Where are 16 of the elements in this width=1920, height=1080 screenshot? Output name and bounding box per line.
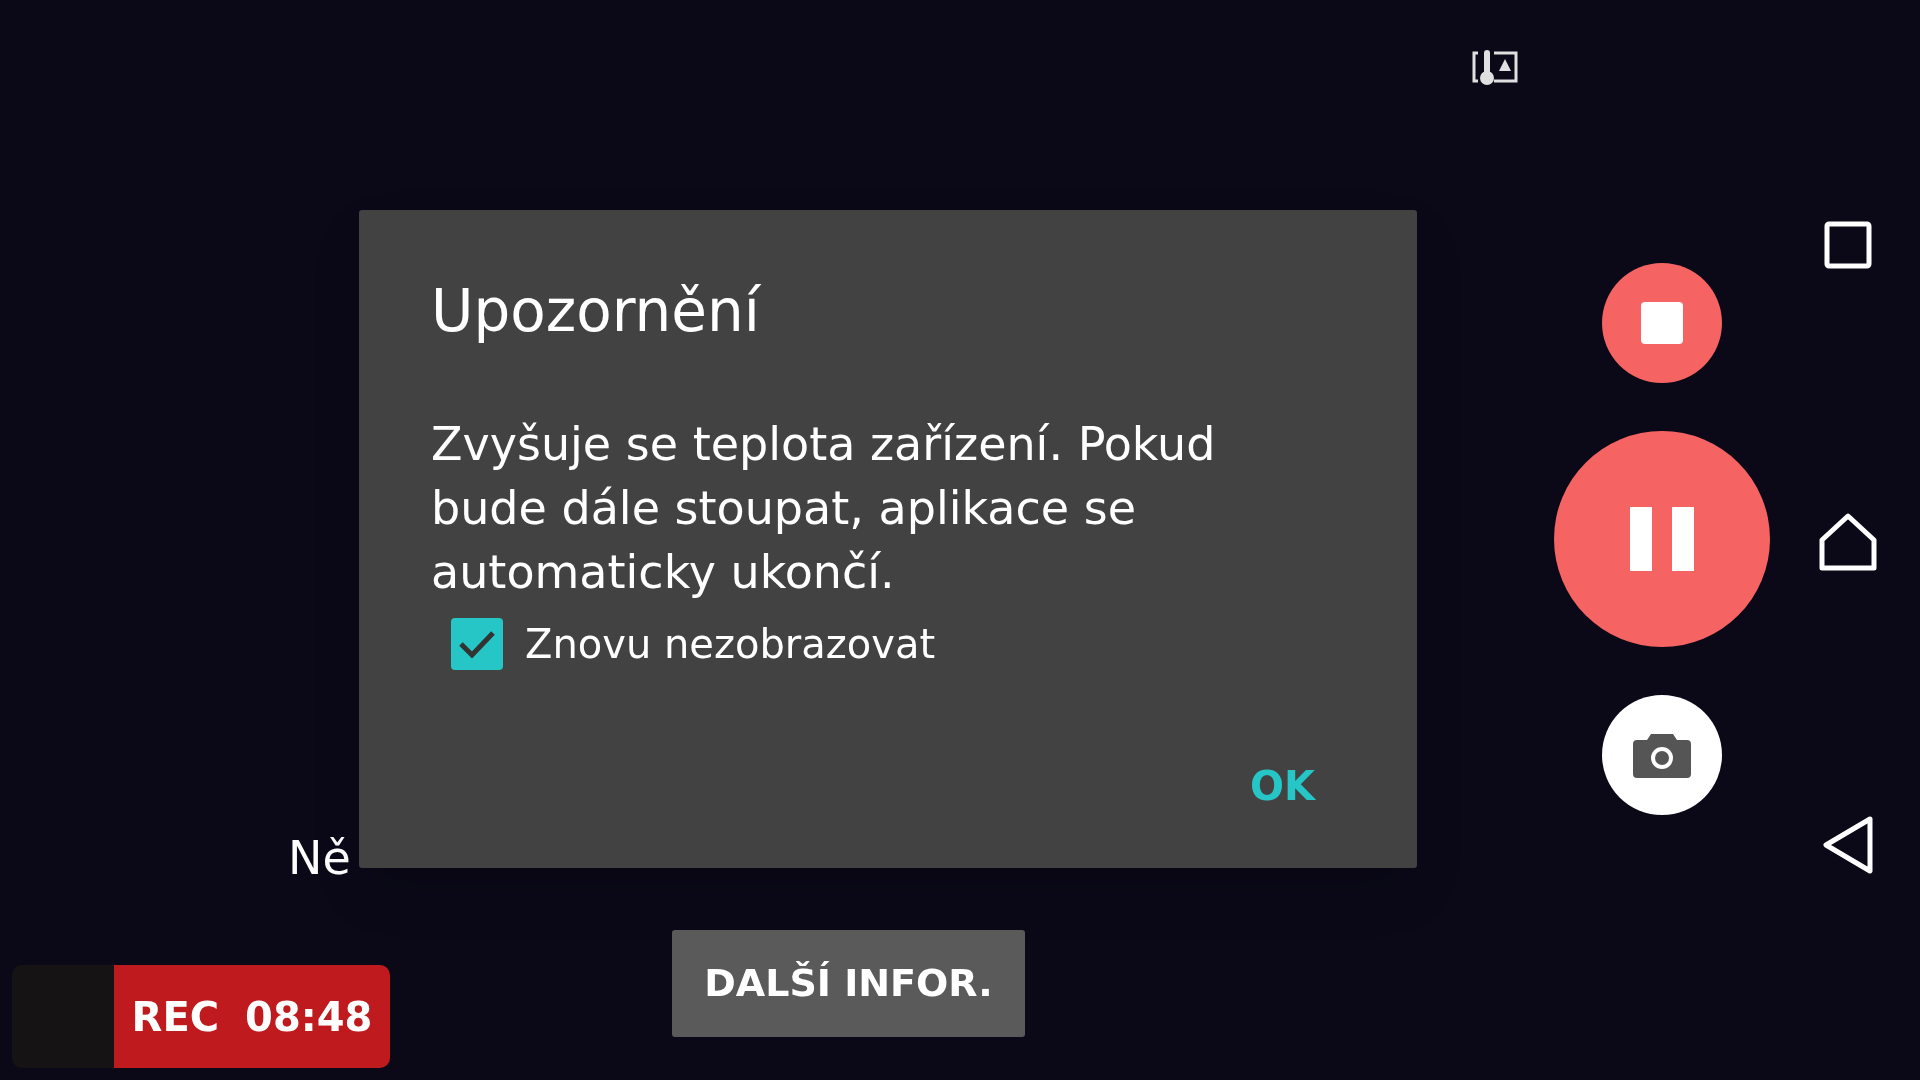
rec-label: REC xyxy=(131,992,220,1042)
checkbox[interactable] xyxy=(451,618,503,670)
recents-icon[interactable] xyxy=(1824,221,1872,269)
recording-time: 08:48 xyxy=(245,992,373,1042)
ok-button[interactable]: OK xyxy=(1234,754,1331,818)
thermometer-icon xyxy=(1470,47,1520,87)
dialog-message: Zvyšuje se teplota zařízení. Pokud bude dále stoupat, aplikace se automaticky ukončí. xyxy=(431,416,1217,601)
stop-icon xyxy=(1641,302,1683,344)
back-icon[interactable] xyxy=(1820,815,1876,875)
pause-icon xyxy=(1630,507,1694,571)
checkmark-icon xyxy=(458,629,496,659)
checkbox-label: Znovu nezobrazovat xyxy=(525,620,936,669)
notice-text: Ně xyxy=(288,830,351,886)
dialog-title: Upozornění xyxy=(431,276,762,346)
more-info-button[interactable]: DALŠÍ INFOR. xyxy=(672,930,1025,1037)
home-icon[interactable] xyxy=(1818,512,1878,572)
